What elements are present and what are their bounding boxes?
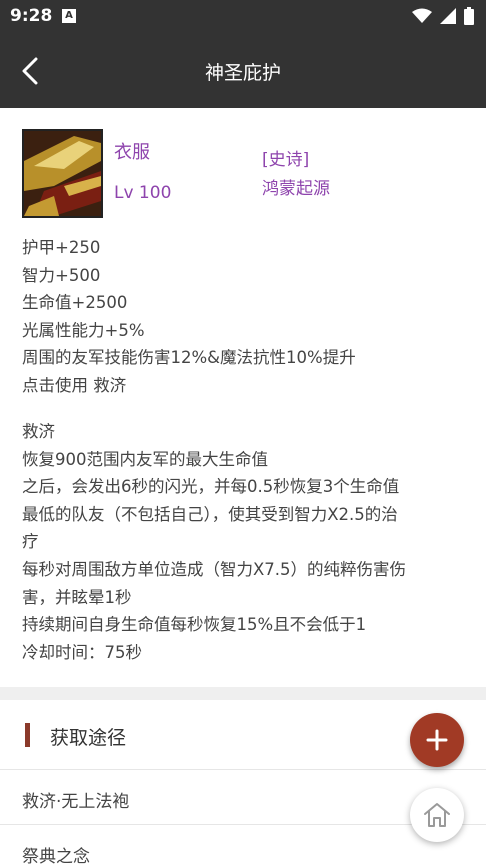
stat-line: 点击使用 救济 [22,375,127,395]
skill-line: 每秒对周围敌方单位造成（智力X7.5）的纯粹伤害伤 [22,559,407,579]
item-rarity: [史诗] [262,150,310,170]
armor-art-icon [24,131,101,216]
skill-line: 最低的队友（不包括自己），使其受到智力X2.5的治 [22,504,398,524]
skill-line: 害，并眩晕1秒 [22,587,132,607]
notification-icon: A [62,9,76,23]
plus-icon [426,729,448,751]
stat-line: 智力+500 [22,265,101,285]
home-fab-button[interactable] [410,788,464,842]
stat-line: 周围的友军技能伤害12%&魔法抗性10%提升 [22,348,356,368]
stat-line: 光属性能力+5% [22,320,145,340]
acquisition-title: 获取途径 [50,727,127,749]
status-bar: 9:28 A [0,0,486,34]
item-image [22,129,103,218]
item-detail: 衣服 Lv 100 [史诗] 鸿蒙起源 护甲+250 智力+500 生命值+25… [0,108,486,662]
item-stats: 护甲+250 智力+500 生命值+2500 光属性能力+5% 周围的友军技能伤… [22,234,472,400]
app-bar: 神圣庇护 [0,34,486,108]
acquisition-item[interactable]: 祭典之念 [0,825,486,864]
section-divider [0,687,486,700]
page-title: 神圣庇护 [204,62,281,84]
skill-line: 之后，会发出6秒的闪光，并每0.5秒恢复3个生命值 [22,477,400,497]
section-accent-bar [25,723,30,747]
wifi-icon [412,8,432,23]
item-header: 衣服 Lv 100 [史诗] 鸿蒙起源 [0,108,486,218]
stat-line: 护甲+250 [22,238,101,257]
skill-line: 冷却时间：75秒 [22,642,142,662]
acquisition-item-label: 祭典之念 [22,847,90,864]
item-name: 衣服 [114,142,150,163]
status-icons [412,7,474,25]
item-set-name: 鸿蒙起源 [262,179,330,199]
skill-line: 恢复900范围内友军的最大生命值 [22,449,268,469]
item-level: Lv 100 [114,183,172,203]
status-time: 9:28 [10,6,53,26]
stat-line: 生命值+2500 [22,293,128,313]
add-fab-button[interactable] [410,713,464,767]
home-icon [424,803,450,827]
skill-description: 救济 恢复900范围内友军的最大生命值 之后，会发出6秒的闪光，并每0.5秒恢复… [22,418,470,666]
battery-icon [464,7,474,25]
signal-icon [440,8,456,24]
acquisition-item-label: 救济·无上法袍 [22,792,130,812]
skill-line: 持续期间自身生命值每秒恢复15%且不会低于1 [22,615,367,635]
skill-name: 救济 [22,422,55,441]
skill-line: 疗 [22,532,39,552]
